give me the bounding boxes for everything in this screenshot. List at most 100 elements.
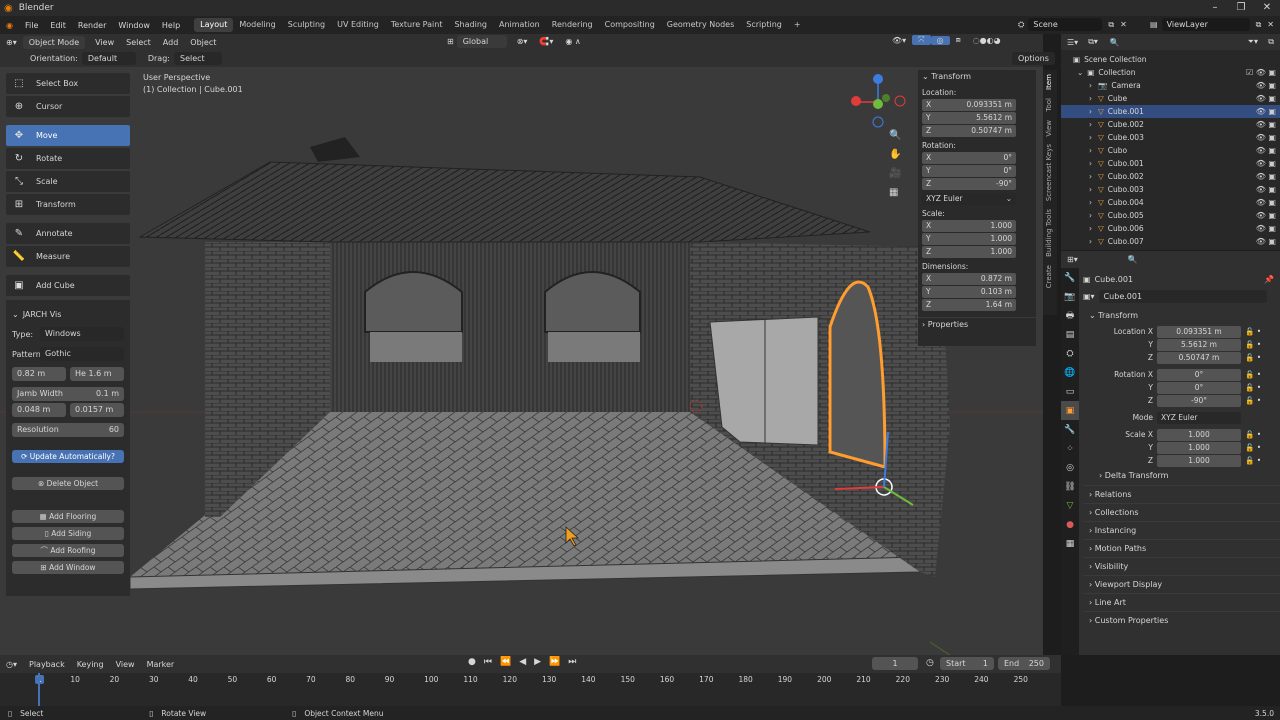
gizmo-toggle-icon[interactable]: ⤧ (912, 35, 931, 45)
scene-tab-icon[interactable]: ⛭ (1061, 344, 1079, 363)
tool-tab-icon[interactable]: 🔧 (1061, 268, 1079, 287)
expand-arrow-icon[interactable]: › (1089, 79, 1092, 92)
width-field[interactable]: 0.82 m (12, 367, 66, 381)
object-tab-icon[interactable]: ▣ (1061, 401, 1079, 420)
lock-keyframe-icon[interactable]: 🔓 • (1245, 430, 1261, 439)
outliner-item[interactable]: › ▽ Cubo.007 👁 ▣ (1061, 235, 1280, 248)
tab-tool[interactable]: Tool (1043, 94, 1055, 116)
pan-hand-icon[interactable]: ✋ (889, 149, 901, 160)
jump-start-icon[interactable]: ⏮ (484, 657, 492, 667)
tool-rotate[interactable]: ↻ Rotate (6, 148, 130, 169)
modifier-tab-icon[interactable]: 🔧 (1061, 420, 1079, 439)
lock-keyframe-icon[interactable]: 🔓 • (1245, 396, 1261, 405)
location-field[interactable]: 0.50747 m (1157, 351, 1241, 364)
next-keyframe-icon[interactable]: ⏩ (549, 657, 560, 667)
property-section[interactable]: › Motion Paths (1083, 539, 1280, 557)
outliner-item[interactable]: › ▽ Cubo.005 👁 ▣ (1061, 209, 1280, 222)
options-dropdown[interactable]: Options (1012, 52, 1055, 65)
visibility-toggle-icon[interactable]: 👁 ▣ (1256, 131, 1276, 144)
menu-file[interactable]: File (19, 21, 44, 30)
visibility-toggle-icon[interactable]: 👁 ▣ (1256, 196, 1276, 209)
orientation-dropdown[interactable]: Default (81, 52, 136, 65)
location-z-field[interactable]: Z 0.50747 m (922, 125, 1016, 137)
view-layer-tab-icon[interactable]: ▤ (1061, 325, 1079, 344)
visibility-toggle-icon[interactable]: 👁 ▣ (1256, 79, 1276, 92)
view-menu[interactable]: View (89, 38, 120, 47)
resolution-field[interactable]: Resolution 60 (12, 423, 124, 437)
keying-menu[interactable]: Keying (71, 660, 110, 669)
proportional-edit-icon[interactable]: ◉ ∧ (559, 37, 586, 46)
expand-arrow-icon[interactable]: › (1089, 209, 1092, 222)
menu-help[interactable]: Help (156, 21, 186, 30)
properties-header[interactable]: › Properties (918, 317, 1036, 331)
snap-icon[interactable]: 🧲▾ (533, 37, 559, 46)
minimize-button[interactable]: – (1202, 0, 1228, 16)
close-button[interactable]: ✕ (1254, 0, 1280, 16)
new-viewlayer-icon[interactable]: ⧉ (1256, 20, 1262, 30)
update-automatically-button[interactable]: ⟳ Update Automatically? (12, 450, 124, 463)
playback-menu[interactable]: Playback (23, 660, 71, 669)
tab-view[interactable]: View (1043, 116, 1055, 141)
expand-arrow-icon[interactable]: › (1089, 183, 1092, 196)
outliner-item[interactable]: › ▽ Cube.003 👁 ▣ (1061, 131, 1280, 144)
xray-icon[interactable]: ⧈ (950, 35, 967, 45)
object-type-icon[interactable]: ▣▾ (1083, 292, 1095, 301)
tool-transform[interactable]: ⊞ Transform (6, 194, 130, 215)
remove-viewlayer-icon[interactable]: ✕ (1267, 20, 1274, 29)
jamb-depth-field[interactable]: 0.048 m (12, 403, 66, 417)
properties-editor-icon[interactable]: ⊞▾ (1067, 255, 1078, 264)
visibility-toggle-icon[interactable]: 👁 ▣ (1256, 170, 1276, 183)
end-frame-field[interactable]: End 250 (998, 657, 1050, 670)
collection-visibility-icon[interactable]: ☑ 👁 ▣ (1246, 66, 1276, 79)
lock-keyframe-icon[interactable]: 🔓 • (1245, 340, 1261, 349)
visibility-toggle-icon[interactable]: 👁 ▣ (1256, 144, 1276, 157)
transform-section[interactable]: ⌄ Transform (1083, 307, 1280, 325)
timeline-editor-icon[interactable]: ◷▾ (0, 660, 23, 669)
rotation-y-field[interactable]: Y 0° (922, 165, 1016, 177)
world-tab-icon[interactable]: 🌐 (1061, 363, 1079, 382)
workspace-tab-uv-editing[interactable]: UV Editing (331, 18, 385, 32)
scale-field[interactable]: 1.000 (1157, 454, 1241, 467)
workspace-tab-scripting[interactable]: Scripting (740, 18, 788, 32)
object-menu[interactable]: Object (184, 38, 222, 47)
tab-item[interactable]: Item (1043, 70, 1055, 94)
remove-scene-icon[interactable]: ✕ (1120, 20, 1127, 29)
transform-header[interactable]: ⌄ Transform (918, 70, 1036, 84)
scene-field[interactable]: Scene (1028, 18, 1103, 31)
location-x-field[interactable]: X 0.093351 m (922, 99, 1016, 111)
timeline-view-menu[interactable]: View (110, 660, 141, 669)
tab-screencast-keys[interactable]: Screencast Keys (1043, 140, 1055, 205)
lock-keyframe-icon[interactable]: 🔓 • (1245, 370, 1261, 379)
visibility-toggle-icon[interactable]: 👁 ▣ (1256, 209, 1276, 222)
material-tab-icon[interactable]: ● (1061, 515, 1079, 534)
shading-modes-icon[interactable]: ◌●◐◕ (967, 36, 1007, 45)
rotation-field[interactable]: -90° (1157, 394, 1241, 407)
rotation-mode-select[interactable]: XYZ Euler (1157, 411, 1241, 424)
tool-annotate[interactable]: ✎ Annotate (6, 223, 130, 244)
viewlayer-field[interactable]: ViewLayer (1161, 18, 1250, 31)
record-icon[interactable]: ● (468, 657, 476, 667)
lock-keyframe-icon[interactable]: 🔓 • (1245, 456, 1261, 465)
outliner-item[interactable]: › ▽ Cubo.003 👁 ▣ (1061, 183, 1280, 196)
tool-add-cube[interactable]: ▣ Add Cube (6, 275, 130, 296)
property-section[interactable]: › Viewport Display (1083, 575, 1280, 593)
type-dropdown[interactable]: Windows (40, 327, 124, 341)
scale-z-field[interactable]: Z 1.000 (922, 246, 1016, 258)
expand-arrow-icon[interactable]: › (1089, 196, 1092, 209)
outliner-scene-collection[interactable]: ▣ Scene Collection (1061, 53, 1280, 66)
expand-arrow-icon[interactable]: › (1089, 92, 1092, 105)
add-workspace-icon[interactable]: + (788, 18, 807, 32)
mode-dropdown[interactable]: Object Mode (22, 35, 86, 49)
tab-create[interactable]: Create (1043, 261, 1055, 292)
expand-arrow-icon[interactable]: › (1089, 118, 1092, 131)
expand-arrow-icon[interactable]: › (1089, 235, 1092, 248)
preview-range-icon[interactable]: ◷ (926, 658, 934, 668)
current-frame-field[interactable]: 1 (872, 657, 918, 670)
select-menu[interactable]: Select (120, 38, 157, 47)
property-section[interactable]: › Relations (1083, 485, 1280, 503)
tool-scale[interactable]: ⤡ Scale (6, 171, 130, 192)
particles-tab-icon[interactable]: ⁘ (1061, 439, 1079, 458)
visibility-icon[interactable]: 👁▾ (886, 36, 912, 45)
workspace-tab-compositing[interactable]: Compositing (599, 18, 661, 32)
location-y-field[interactable]: Y 5.5612 m (922, 112, 1016, 124)
